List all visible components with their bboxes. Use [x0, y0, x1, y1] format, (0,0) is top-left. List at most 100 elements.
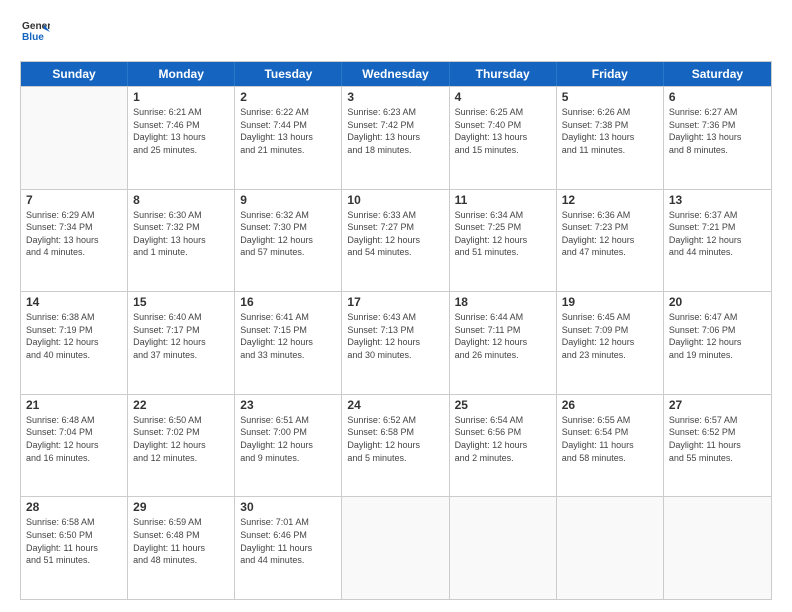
cell-info: Sunrise: 6:52 AM Sunset: 6:58 PM Dayligh… [347, 414, 443, 464]
calendar-cell: 1Sunrise: 6:21 AM Sunset: 7:46 PM Daylig… [128, 87, 235, 189]
day-number: 16 [240, 295, 336, 309]
day-number: 23 [240, 398, 336, 412]
cell-info: Sunrise: 6:54 AM Sunset: 6:56 PM Dayligh… [455, 414, 551, 464]
day-number: 5 [562, 90, 658, 104]
calendar-cell [664, 497, 771, 599]
day-number: 18 [455, 295, 551, 309]
day-number: 7 [26, 193, 122, 207]
calendar-cell: 12 Sunrise: 6:36 AM Sunset: 7:23 PM Dayli… [557, 190, 664, 292]
logo: General Blue [20, 18, 50, 51]
day-number: 10 [347, 193, 443, 207]
calendar-row-4: 28Sunrise: 6:58 AM Sunset: 6:50 PM Dayli… [21, 496, 771, 599]
header-day-thursday: Thursday [450, 62, 557, 86]
cell-info: Sunrise: 6:34 AM Sunset: 7:25 PM Dayligh… [455, 209, 551, 259]
day-number: 20 [669, 295, 766, 309]
calendar: SundayMondayTuesdayWednesdayThursdayFrid… [20, 61, 772, 600]
calendar-cell: 21Sunrise: 6:48 AM Sunset: 7:04 PM Dayli… [21, 395, 128, 497]
calendar-cell: 6Sunrise: 6:27 AM Sunset: 7:36 PM Daylig… [664, 87, 771, 189]
calendar-cell [342, 497, 449, 599]
header-day-wednesday: Wednesday [342, 62, 449, 86]
calendar-body: 1Sunrise: 6:21 AM Sunset: 7:46 PM Daylig… [21, 86, 771, 599]
cell-info: Sunrise: 6:30 AM Sunset: 7:32 PM Dayligh… [133, 209, 229, 259]
day-number: 3 [347, 90, 443, 104]
cell-info: Sunrise: 6:40 AM Sunset: 7:17 PM Dayligh… [133, 311, 229, 361]
cell-info: Sunrise: 6:29 AM Sunset: 7:34 PM Dayligh… [26, 209, 122, 259]
cell-info: Sunrise: 6:51 AM Sunset: 7:00 PM Dayligh… [240, 414, 336, 464]
day-number: 26 [562, 398, 658, 412]
calendar-cell: 3 Sunrise: 6:23 AM Sunset: 7:42 PM Daylig… [342, 87, 449, 189]
calendar-cell [21, 87, 128, 189]
day-number: 8 [133, 193, 229, 207]
calendar-cell: 10Sunrise: 6:33 AM Sunset: 7:27 PM Dayli… [342, 190, 449, 292]
cell-info: Sunrise: 6:57 AM Sunset: 6:52 PM Dayligh… [669, 414, 766, 464]
day-number: 25 [455, 398, 551, 412]
day-number: 29 [133, 500, 229, 514]
calendar-cell: 9 Sunrise: 6:32 AM Sunset: 7:30 PM Daylig… [235, 190, 342, 292]
cell-info: Sunrise: 6:48 AM Sunset: 7:04 PM Dayligh… [26, 414, 122, 464]
day-number: 12 [562, 193, 658, 207]
calendar-row-0: 1Sunrise: 6:21 AM Sunset: 7:46 PM Daylig… [21, 86, 771, 189]
day-number: 13 [669, 193, 766, 207]
calendar-header: SundayMondayTuesdayWednesdayThursdayFrid… [21, 62, 771, 86]
day-number: 24 [347, 398, 443, 412]
day-number: 15 [133, 295, 229, 309]
calendar-cell: 26 Sunrise: 6:55 AM Sunset: 6:54 PM Dayli… [557, 395, 664, 497]
calendar-cell: 17Sunrise: 6:43 AM Sunset: 7:13 PM Dayli… [342, 292, 449, 394]
calendar-cell: 19 Sunrise: 6:45 AM Sunset: 7:09 PM Dayli… [557, 292, 664, 394]
calendar-cell [450, 497, 557, 599]
cell-info: Sunrise: 6:44 AM Sunset: 7:11 PM Dayligh… [455, 311, 551, 361]
svg-text:Blue: Blue [22, 32, 44, 43]
cell-info: Sunrise: 6:23 AM Sunset: 7:42 PM Dayligh… [347, 106, 443, 156]
day-number: 27 [669, 398, 766, 412]
day-number: 11 [455, 193, 551, 207]
cell-info: Sunrise: 6:55 AM Sunset: 6:54 PM Dayligh… [562, 414, 658, 464]
calendar-cell: 5 Sunrise: 6:26 AM Sunset: 7:38 PM Daylig… [557, 87, 664, 189]
cell-info: Sunrise: 6:41 AM Sunset: 7:15 PM Dayligh… [240, 311, 336, 361]
day-number: 14 [26, 295, 122, 309]
calendar-cell: 13Sunrise: 6:37 AM Sunset: 7:21 PM Dayli… [664, 190, 771, 292]
cell-info: Sunrise: 6:50 AM Sunset: 7:02 PM Dayligh… [133, 414, 229, 464]
day-number: 9 [240, 193, 336, 207]
cell-info: Sunrise: 6:47 AM Sunset: 7:06 PM Dayligh… [669, 311, 766, 361]
calendar-cell: 27 Sunrise: 6:57 AM Sunset: 6:52 PM Dayli… [664, 395, 771, 497]
calendar-cell: 18 Sunrise: 6:44 AM Sunset: 7:11 PM Dayli… [450, 292, 557, 394]
calendar-cell: 16 Sunrise: 6:41 AM Sunset: 7:15 PM Dayli… [235, 292, 342, 394]
calendar-cell: 11 Sunrise: 6:34 AM Sunset: 7:25 PM Dayli… [450, 190, 557, 292]
calendar-row-2: 14 Sunrise: 6:38 AM Sunset: 7:19 PM Dayli… [21, 291, 771, 394]
day-number: 1 [133, 90, 229, 104]
cell-info: Sunrise: 6:36 AM Sunset: 7:23 PM Dayligh… [562, 209, 658, 259]
calendar-cell: 29 Sunrise: 6:59 AM Sunset: 6:48 PM Dayli… [128, 497, 235, 599]
header-day-tuesday: Tuesday [235, 62, 342, 86]
cell-info: Sunrise: 6:22 AM Sunset: 7:44 PM Dayligh… [240, 106, 336, 156]
day-number: 19 [562, 295, 658, 309]
svg-text:General: General [22, 21, 50, 32]
cell-info: Sunrise: 6:45 AM Sunset: 7:09 PM Dayligh… [562, 311, 658, 361]
cell-info: Sunrise: 6:32 AM Sunset: 7:30 PM Dayligh… [240, 209, 336, 259]
day-number: 22 [133, 398, 229, 412]
day-number: 4 [455, 90, 551, 104]
cell-info: Sunrise: 6:25 AM Sunset: 7:40 PM Dayligh… [455, 106, 551, 156]
day-number: 17 [347, 295, 443, 309]
logo-icon: General Blue [22, 18, 50, 46]
day-number: 6 [669, 90, 766, 104]
calendar-cell: 4 Sunrise: 6:25 AM Sunset: 7:40 PM Daylig… [450, 87, 557, 189]
calendar-cell [557, 497, 664, 599]
calendar-cell: 15 Sunrise: 6:40 AM Sunset: 7:17 PM Dayli… [128, 292, 235, 394]
cell-info: Sunrise: 7:01 AM Sunset: 6:46 PM Dayligh… [240, 516, 336, 566]
calendar-cell: 2 Sunrise: 6:22 AM Sunset: 7:44 PM Daylig… [235, 87, 342, 189]
header-day-sunday: Sunday [21, 62, 128, 86]
calendar-cell: 25 Sunrise: 6:54 AM Sunset: 6:56 PM Dayli… [450, 395, 557, 497]
cell-info: Sunrise: 6:38 AM Sunset: 7:19 PM Dayligh… [26, 311, 122, 361]
day-number: 2 [240, 90, 336, 104]
calendar-cell: 28Sunrise: 6:58 AM Sunset: 6:50 PM Dayli… [21, 497, 128, 599]
calendar-cell: 30 Sunrise: 7:01 AM Sunset: 6:46 PM Dayli… [235, 497, 342, 599]
calendar-cell: 24 Sunrise: 6:52 AM Sunset: 6:58 PM Dayli… [342, 395, 449, 497]
calendar-cell: 14 Sunrise: 6:38 AM Sunset: 7:19 PM Dayli… [21, 292, 128, 394]
header-day-friday: Friday [557, 62, 664, 86]
cell-info: Sunrise: 6:26 AM Sunset: 7:38 PM Dayligh… [562, 106, 658, 156]
cell-info: Sunrise: 6:58 AM Sunset: 6:50 PM Dayligh… [26, 516, 122, 566]
cell-info: Sunrise: 6:59 AM Sunset: 6:48 PM Dayligh… [133, 516, 229, 566]
calendar-cell: 22 Sunrise: 6:50 AM Sunset: 7:02 PM Dayli… [128, 395, 235, 497]
calendar-cell: 8 Sunrise: 6:30 AM Sunset: 7:32 PM Daylig… [128, 190, 235, 292]
day-number: 30 [240, 500, 336, 514]
